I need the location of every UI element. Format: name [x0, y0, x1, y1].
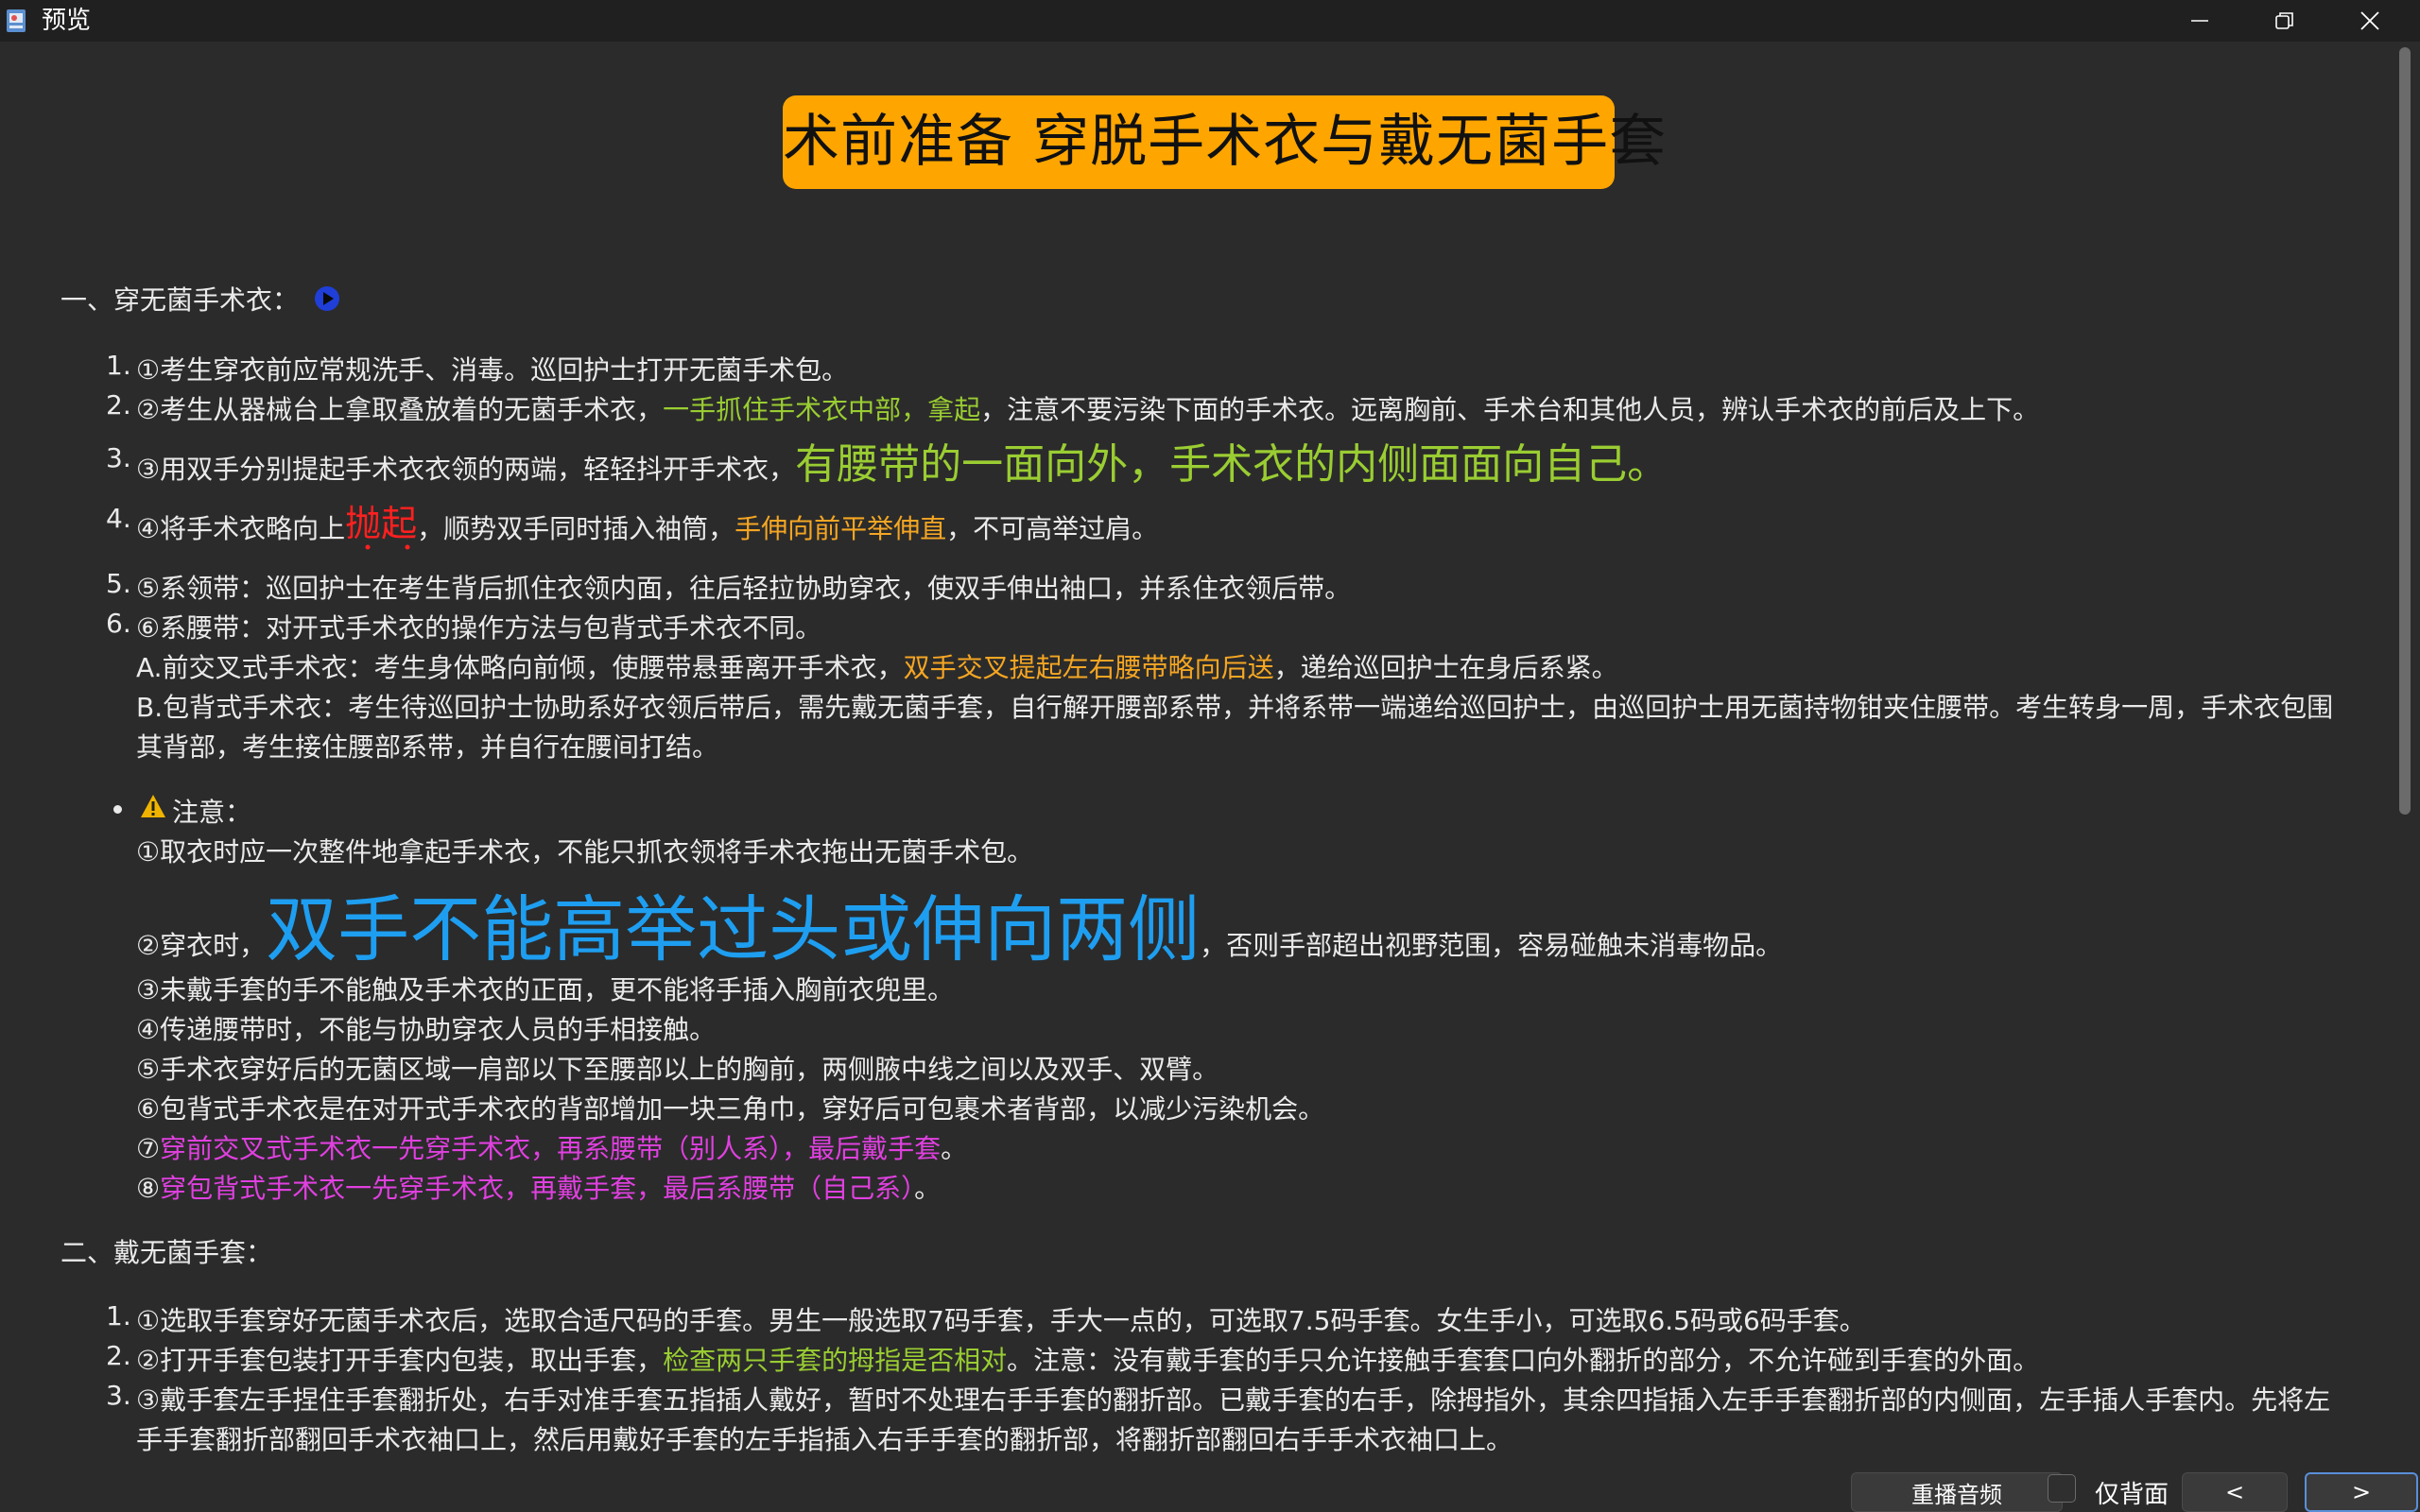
emphasis-dots [365, 544, 410, 550]
close-icon [2360, 11, 2379, 30]
close-button[interactable] [2327, 0, 2412, 42]
item-text: A.前交叉式手术衣：考生身体略向前倾，使腰带悬垂离开手术衣， [136, 652, 904, 683]
list-item: ①选取手套穿好无菌手术衣后，选取合适尺码的手套。男生一般选取7码手套，手大一点的… [136, 1305, 1866, 1336]
list-number: 1. [106, 350, 131, 381]
bullet [113, 805, 122, 814]
title-bar: 预览 [0, 0, 2420, 42]
list-number: 3. [106, 1380, 131, 1411]
item-text: ，注意不要污染下面的手术衣。远离胸前、手术台和其他人员，辨认手术衣的前后及上下。 [980, 394, 2040, 425]
play-audio-icon[interactable] [314, 285, 340, 312]
restore-icon [2275, 12, 2293, 29]
list-number: 3. [106, 442, 131, 473]
item-text: ②穿衣时， [136, 930, 267, 961]
sub-item-b: B.包背式手术衣：考生待巡回护士协助系好衣领后带后，需先戴无菌手套，自行解开腰部… [136, 692, 2334, 723]
window-title: 预览 [42, 7, 92, 35]
emphasis-text: 抛起 [345, 503, 418, 544]
page-title: 术前准备 穿脱手术衣与戴无菌手套 [783, 95, 1666, 189]
highlight-text: 手伸向前平举伸直 [735, 513, 947, 544]
notice-item: ⑦穿前交叉式手术衣一先穿手术衣，再系腰带（别人系），最后戴手套。 [136, 1128, 967, 1166]
notice-item: ⑥包背式手术衣是在对开式手术衣的背部增加一块三角巾，穿好后可包裹术者背部，以减少… [136, 1093, 1325, 1125]
sub-item-b-cont: 其背部，考生接住腰部系带，并自行在腰间打结。 [136, 731, 719, 763]
item-text: ④将手术衣略向上 [136, 513, 346, 544]
highlight-text: 一手抓住手术衣中部，拿起 [663, 394, 981, 425]
item-text: ，顺势双手同时插入袖筒， [417, 513, 735, 544]
list-number: 1. [106, 1300, 131, 1332]
previous-button[interactable]: < [2182, 1472, 2288, 1512]
list-item: ②打开手套包装打开手套内包装，取出手套，检查两只手套的拇指是否相对。注意：没有戴… [136, 1340, 2039, 1378]
replay-audio-button[interactable]: 重播音频 [1851, 1472, 2063, 1512]
item-text: ，不可高举过肩。 [946, 513, 1159, 544]
item-text: ⑦ [136, 1133, 161, 1164]
list-item: ⑥系腰带：对开式手术衣的操作方法与包背式手术衣不同。 [136, 612, 822, 644]
list-number: 4. [106, 503, 131, 534]
list-item-cont: 手手套翻折部翻回手术衣袖口上，然后用戴好手套的左手指插入右手手套的翻折部，将翻折… [136, 1424, 1513, 1455]
sub-item-a: A.前交叉式手术衣：考生身体略向前倾，使腰带悬垂离开手术衣，双手交叉提起左右腰带… [136, 647, 1618, 685]
list-number: 2. [106, 389, 131, 421]
next-button[interactable]: > [2305, 1472, 2418, 1512]
notice-item: ④传递腰带时，不能与协助穿衣人员的手相接触。 [136, 1014, 717, 1045]
section-title-gloves: 二、戴无菌手套： [60, 1237, 273, 1268]
highlight-text: 穿前交叉式手术衣一先穿手术衣，再系腰带（别人系），最后戴手套 [160, 1133, 942, 1164]
back-only-checkbox[interactable] [2048, 1474, 2076, 1503]
back-only-label[interactable]: 仅背面 [2095, 1475, 2169, 1510]
item-text: ②打开手套包装打开手套内包装，取出手套， [136, 1345, 664, 1376]
notice-item: ⑧穿包背式手术衣一先穿手术衣，再戴手套，最后系腰带（自己系）。 [136, 1168, 941, 1206]
item-text: ，否则手部超出视野范围，容易碰触未消毒物品。 [1200, 930, 1783, 961]
section-title-gown: 一、穿无菌手术衣： [60, 284, 300, 316]
warning-icon [141, 795, 165, 817]
list-item: ①考生穿衣前应常规洗手、消毒。巡回护士打开无菌手术包。 [136, 354, 849, 386]
list-number: 5. [106, 568, 131, 599]
highlight-text: 双手交叉提起左右腰带略向后送 [903, 652, 1274, 683]
list-item: ⑤系领带：巡回护士在考生背后抓住衣领内面，往后轻拉协助穿衣，使双手伸出袖口，并系… [136, 573, 1352, 604]
list-number: 6. [106, 608, 131, 639]
item-text: ，递给巡回护士在身后系紧。 [1273, 652, 1618, 683]
list-item: ④将手术衣略向上抛起，顺势双手同时插入袖筒，手伸向前平举伸直，不可高举过肩。 [136, 496, 1158, 548]
list-item: ②考生从器械台上拿取叠放着的无菌手术衣，一手抓住手术衣中部，拿起，注意不要污染下… [136, 389, 2039, 427]
highlight-text: 有腰带的一面向外，手术衣的内侧面面向自己 [795, 440, 1628, 489]
restore-button[interactable] [2242, 0, 2327, 42]
minimize-button[interactable] [2157, 0, 2242, 42]
app-preview-icon [7, 9, 26, 32]
notice-item: ①取衣时应一次整件地拿起手术衣，不能只抓衣领将手术衣拖出无菌手术包。 [136, 836, 1034, 868]
scrollbar-thumb[interactable] [2399, 47, 2411, 815]
item-text: ⑧ [136, 1173, 161, 1204]
notice-item: ⑤手术衣穿好后的无菌区域一肩部以下至腰部以上的胸前，两侧腋中线之间以及双手、双臂… [136, 1054, 1219, 1085]
item-text: 。注意：没有戴手套的手只允许接触手套套口向外翻折的部分，不允许碰到手套的外面。 [1007, 1345, 2040, 1376]
item-text: ③用双手分别提起手术衣衣领的两端，轻轻抖开手术衣， [136, 454, 796, 485]
highlight-text: 检查两只手套的拇指是否相对 [663, 1345, 1008, 1376]
list-item: ③戴手套左手捏住手套翻折处，右手对准手套五指插人戴好，暂时不处理右手手套的翻折部… [136, 1384, 2331, 1416]
item-text: 。 [1627, 440, 1669, 489]
minimize-icon [2191, 20, 2208, 22]
item-text: ②考生从器械台上拿取叠放着的无菌手术衣， [136, 394, 664, 425]
notice-label: 注意： [172, 797, 252, 828]
item-text: 。 [941, 1133, 968, 1164]
list-item: ③用双手分别提起手术衣衣领的两端，轻轻抖开手术衣，有腰带的一面向外，手术衣的内侧… [136, 430, 1668, 490]
notice-item: ②穿衣时，双手不能高举过头或伸向两侧，否则手部超出视野范围，容易碰触未消毒物品。 [136, 871, 1782, 975]
notice-item: ③未戴手套的手不能触及手术衣的正面，更不能将手插入胸前衣兜里。 [136, 974, 955, 1005]
item-text: 。 [914, 1173, 942, 1204]
highlight-text: 双手不能高举过头或伸向两侧 [266, 887, 1201, 971]
list-number: 2. [106, 1340, 131, 1371]
highlight-text: 穿包背式手术衣一先穿手术衣，再戴手套，最后系腰带（自己系） [160, 1173, 915, 1204]
